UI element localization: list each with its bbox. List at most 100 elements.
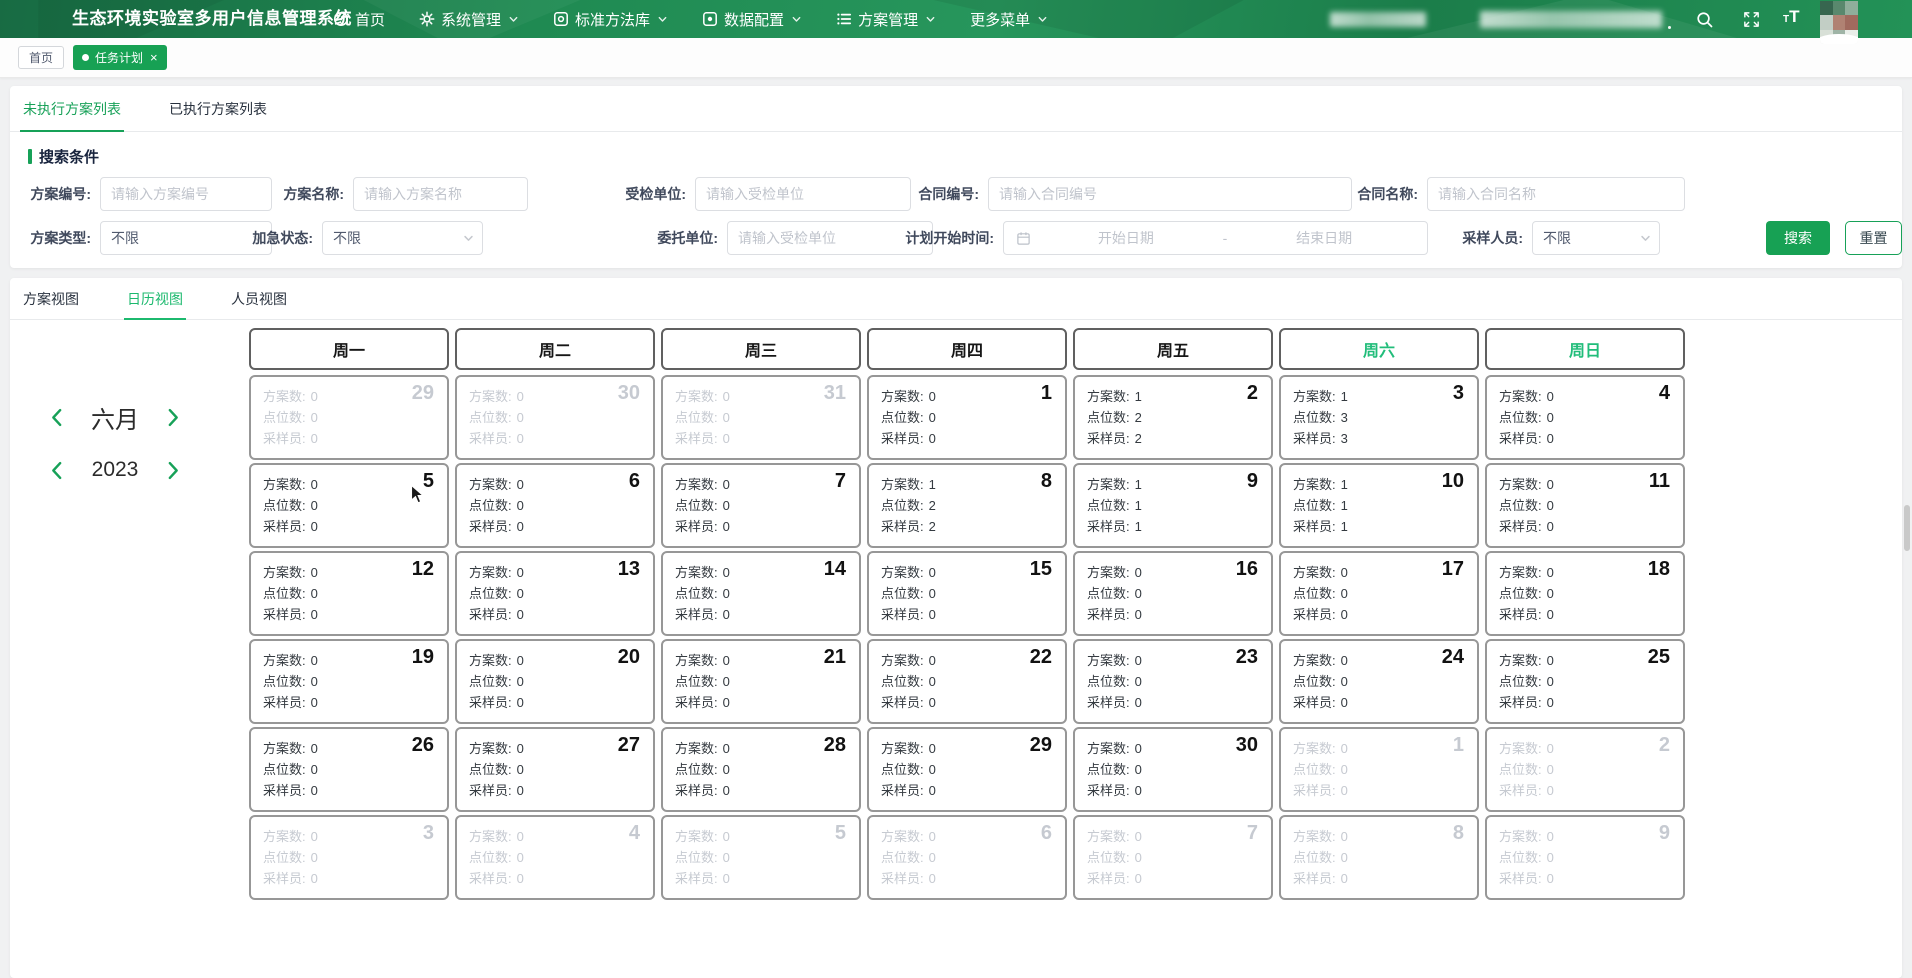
font-size-icon[interactable]: TT bbox=[1783, 8, 1800, 25]
nav-item-plans[interactable]: 方案管理 bbox=[836, 9, 936, 30]
urgency-select[interactable]: 不限 bbox=[322, 221, 483, 255]
calendar-day-cell[interactable]: 6 方案数: 0 点位数: 0 采样员: 0 bbox=[867, 815, 1067, 900]
day-metric: 方案数: 0 bbox=[675, 826, 847, 847]
day-metric: 点位数: 0 bbox=[675, 671, 847, 692]
fullscreen-icon[interactable] bbox=[1742, 10, 1761, 29]
metric-value: 0 bbox=[723, 386, 730, 407]
metric-value: 0 bbox=[311, 868, 318, 889]
calendar-day-cell[interactable]: 29 方案数: 0 点位数: 0 采样员: 0 bbox=[249, 375, 449, 460]
calendar-day-cell[interactable]: 30 方案数: 0 点位数: 0 采样员: 0 bbox=[1073, 727, 1273, 812]
metric-value: 0 bbox=[1341, 738, 1348, 759]
nav-item-more[interactable]: 更多菜单 bbox=[970, 9, 1048, 30]
nav-item-home[interactable]: 首页 bbox=[333, 9, 385, 30]
contract-no-input[interactable] bbox=[988, 177, 1352, 211]
calendar-day-cell[interactable]: 26 方案数: 0 点位数: 0 采样员: 0 bbox=[249, 727, 449, 812]
calendar-day-cell[interactable]: 24 方案数: 0 点位数: 0 采样员: 0 bbox=[1279, 639, 1479, 724]
calendar-day-cell[interactable]: 15 方案数: 0 点位数: 0 采样员: 0 bbox=[867, 551, 1067, 636]
calendar-day-cell[interactable]: 9 方案数: 0 点位数: 0 采样员: 0 bbox=[1485, 815, 1685, 900]
calendar-day-cell[interactable]: 6 方案数: 0 点位数: 0 采样员: 0 bbox=[455, 463, 655, 548]
breadcrumb-tab-task-plan-label: 任务计划 bbox=[95, 49, 143, 66]
close-icon[interactable]: × bbox=[150, 52, 158, 64]
plan-start-daterange[interactable]: 开始日期 - 结束日期 bbox=[1003, 221, 1428, 255]
avatar[interactable] bbox=[1820, 1, 1858, 44]
tab-person-view[interactable]: 人员视图 bbox=[228, 278, 290, 319]
day-metric: 方案数: 0 bbox=[675, 650, 847, 671]
calendar-day-cell[interactable]: 1 方案数: 0 点位数: 0 采样员: 0 bbox=[867, 375, 1067, 460]
calendar-day-cell[interactable]: 8 方案数: 1 点位数: 2 采样员: 2 bbox=[867, 463, 1067, 548]
scrollbar-thumb[interactable] bbox=[1904, 505, 1910, 551]
calendar-day-cell[interactable]: 9 方案数: 1 点位数: 1 采样员: 1 bbox=[1073, 463, 1273, 548]
metric-value: 0 bbox=[311, 516, 318, 537]
calendar-day-cell[interactable]: 7 方案数: 0 点位数: 0 采样员: 0 bbox=[1073, 815, 1273, 900]
calendar-day-cell[interactable]: 20 方案数: 0 点位数: 0 采样员: 0 bbox=[455, 639, 655, 724]
calendar-day-cell[interactable]: 23 方案数: 0 点位数: 0 采样员: 0 bbox=[1073, 639, 1273, 724]
calendar-day-cell[interactable]: 3 方案数: 1 点位数: 3 采样员: 3 bbox=[1279, 375, 1479, 460]
calendar-day-cell[interactable]: 2 方案数: 1 点位数: 2 采样员: 2 bbox=[1073, 375, 1273, 460]
breadcrumb-tab-task-plan[interactable]: 任务计划 × bbox=[73, 45, 167, 70]
calendar-day-cell[interactable]: 2 方案数: 0 点位数: 0 采样员: 0 bbox=[1485, 727, 1685, 812]
calendar-day-cell[interactable]: 16 方案数: 0 点位数: 0 采样员: 0 bbox=[1073, 551, 1273, 636]
prev-month-icon[interactable] bbox=[48, 406, 65, 429]
calendar-day-cell[interactable]: 29 方案数: 0 点位数: 0 采样员: 0 bbox=[867, 727, 1067, 812]
tab-executed[interactable]: 已执行方案列表 bbox=[166, 86, 270, 131]
calendar-day-cell[interactable]: 18 方案数: 0 点位数: 0 采样员: 0 bbox=[1485, 551, 1685, 636]
next-month-icon[interactable] bbox=[165, 406, 182, 429]
metric-value: 0 bbox=[1547, 516, 1554, 537]
nav-item-label: 首页 bbox=[355, 9, 385, 30]
reset-button[interactable]: 重置 bbox=[1845, 221, 1902, 255]
breadcrumb-tab-home[interactable]: 首页 bbox=[18, 46, 64, 69]
calendar-day-cell[interactable]: 8 方案数: 0 点位数: 0 采样员: 0 bbox=[1279, 815, 1479, 900]
calendar-day-cell[interactable]: 25 方案数: 0 点位数: 0 采样员: 0 bbox=[1485, 639, 1685, 724]
inspected-org-input[interactable] bbox=[695, 177, 911, 211]
tab-calendar-view[interactable]: 日历视图 bbox=[124, 278, 186, 319]
metric-value: 0 bbox=[1547, 780, 1554, 801]
nav-item-label: 更多菜单 bbox=[970, 9, 1030, 30]
chevron-down-icon bbox=[1639, 232, 1652, 245]
nav-item-methods[interactable]: 标准方法库 bbox=[553, 9, 668, 30]
calendar-day-cell[interactable]: 10 方案数: 1 点位数: 1 采样员: 1 bbox=[1279, 463, 1479, 548]
list-icon bbox=[836, 11, 852, 27]
field-plan-type: 方案类型: 不限 bbox=[100, 221, 272, 255]
calendar-day-cell[interactable]: 17 方案数: 0 点位数: 0 采样员: 0 bbox=[1279, 551, 1479, 636]
calendar-day-cell[interactable]: 4 方案数: 0 点位数: 0 采样员: 0 bbox=[1485, 375, 1685, 460]
sampler-select[interactable]: 不限 bbox=[1532, 221, 1660, 255]
calendar-day-cell[interactable]: 14 方案数: 0 点位数: 0 采样员: 0 bbox=[661, 551, 861, 636]
calendar-day-cell[interactable]: 5 方案数: 0 点位数: 0 采样员: 0 bbox=[661, 815, 861, 900]
calendar-day-cell[interactable]: 27 方案数: 0 点位数: 0 采样员: 0 bbox=[455, 727, 655, 812]
calendar-day-cell[interactable]: 3 方案数: 0 点位数: 0 采样员: 0 bbox=[249, 815, 449, 900]
nav-item-system[interactable]: 系统管理 bbox=[419, 9, 519, 30]
day-metric: 点位数: 0 bbox=[469, 407, 641, 428]
calendar-day-cell[interactable]: 1 方案数: 0 点位数: 0 采样员: 0 bbox=[1279, 727, 1479, 812]
metric-value: 2 bbox=[929, 495, 936, 516]
tab-unexecuted[interactable]: 未执行方案列表 bbox=[20, 86, 124, 131]
prev-year-icon[interactable] bbox=[48, 459, 65, 482]
plan-type-select[interactable]: 不限 bbox=[100, 221, 272, 255]
nav-item-dataconfig[interactable]: 数据配置 bbox=[702, 9, 802, 30]
calendar-day-cell[interactable]: 5 方案数: 0 点位数: 0 采样员: 0 bbox=[249, 463, 449, 548]
metric-value: 0 bbox=[929, 692, 936, 713]
calendar-day-cell[interactable]: 21 方案数: 0 点位数: 0 采样员: 0 bbox=[661, 639, 861, 724]
search-button[interactable]: 搜索 bbox=[1766, 221, 1830, 255]
contract-name-input[interactable] bbox=[1427, 177, 1685, 211]
calendar-day-cell[interactable]: 28 方案数: 0 点位数: 0 采样员: 0 bbox=[661, 727, 861, 812]
metric-label: 采样员: bbox=[1293, 516, 1336, 537]
calendar-day-cell[interactable]: 13 方案数: 0 点位数: 0 采样员: 0 bbox=[455, 551, 655, 636]
calendar-day-cell[interactable]: 12 方案数: 0 点位数: 0 采样员: 0 bbox=[249, 551, 449, 636]
calendar-day-cell[interactable]: 30 方案数: 0 点位数: 0 采样员: 0 bbox=[455, 375, 655, 460]
calendar-day-cell[interactable]: 19 方案数: 0 点位数: 0 采样员: 0 bbox=[249, 639, 449, 724]
plan-no-input[interactable] bbox=[100, 177, 272, 211]
day-metric: 点位数: 0 bbox=[675, 759, 847, 780]
metric-value: 0 bbox=[517, 650, 524, 671]
tab-plan-view[interactable]: 方案视图 bbox=[20, 278, 82, 319]
day-metric: 方案数: 0 bbox=[263, 826, 435, 847]
calendar-day-cell[interactable]: 22 方案数: 0 点位数: 0 采样员: 0 bbox=[867, 639, 1067, 724]
calendar-day-cell[interactable]: 7 方案数: 0 点位数: 0 采样员: 0 bbox=[661, 463, 861, 548]
calendar-day-cell[interactable]: 4 方案数: 0 点位数: 0 采样员: 0 bbox=[455, 815, 655, 900]
plan-name-input[interactable] bbox=[353, 177, 528, 211]
calendar-day-cell[interactable]: 11 方案数: 0 点位数: 0 采样员: 0 bbox=[1485, 463, 1685, 548]
next-year-icon[interactable] bbox=[165, 459, 182, 482]
day-metric: 方案数: 0 bbox=[1499, 562, 1671, 583]
calendar-day-cell[interactable]: 31 方案数: 0 点位数: 0 采样员: 0 bbox=[661, 375, 861, 460]
client-org-input[interactable] bbox=[727, 221, 933, 255]
search-icon[interactable] bbox=[1695, 10, 1714, 29]
